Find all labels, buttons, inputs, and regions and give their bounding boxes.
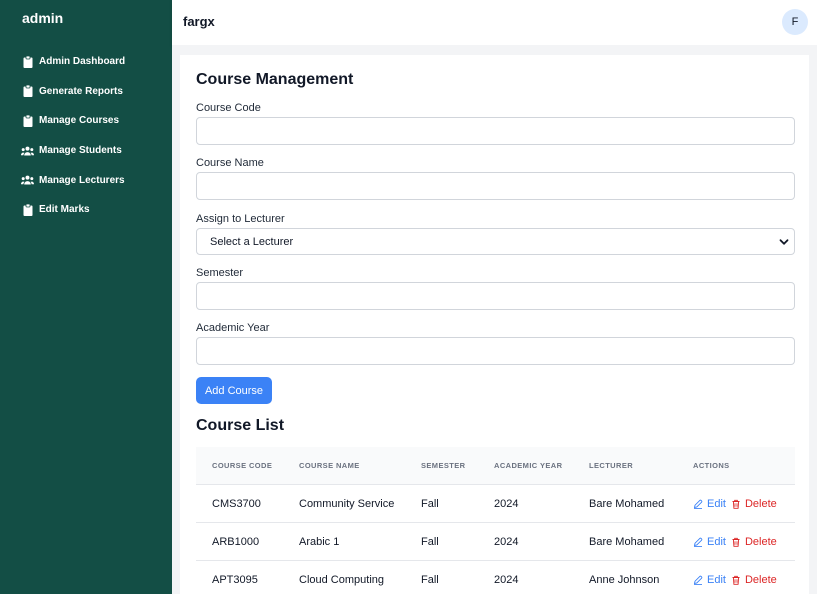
sidebar-item-manage-lecturers[interactable]: Manage Lecturers <box>0 165 172 195</box>
sidebar-item-label: Manage Lecturers <box>39 174 125 186</box>
pencil-icon <box>693 537 703 547</box>
delete-button[interactable]: Delete <box>731 536 777 548</box>
sidebar-nav: Admin Dashboard Generate Reports Manage … <box>0 47 172 225</box>
lecturer-select[interactable]: Select a Lecturer <box>196 228 795 255</box>
app-title: fargx <box>183 14 215 29</box>
course-name-label: Course Name <box>196 157 264 169</box>
clipboard-icon <box>21 114 34 127</box>
cell-academic-year: 2024 <box>494 498 519 510</box>
course-name-input[interactable] <box>196 172 795 200</box>
course-management-card: Course Management Course Code Course Nam… <box>180 55 809 594</box>
sidebar-item-label: Generate Reports <box>39 85 123 97</box>
semester-input[interactable] <box>196 282 795 310</box>
delete-label: Delete <box>744 498 777 510</box>
users-icon <box>21 174 34 187</box>
main-content: Course Management Course Code Course Nam… <box>172 45 817 594</box>
sidebar-item-label: Admin Dashboard <box>39 56 126 68</box>
column-header-academic-year: ACADEMIC YEAR <box>494 461 563 471</box>
cell-course-code: APT3095 <box>212 574 258 586</box>
course-code-input[interactable] <box>196 117 795 145</box>
cell-semester: Fall <box>421 536 439 548</box>
cell-course-name: Community Service <box>299 498 395 510</box>
pencil-icon <box>693 499 703 509</box>
cell-academic-year: 2024 <box>494 536 519 548</box>
sidebar-item-admin-dashboard[interactable]: Admin Dashboard <box>0 47 172 77</box>
sidebar-item-edit-marks[interactable]: Edit Marks <box>0 195 172 225</box>
lecturer-label: Assign to Lecturer <box>196 213 285 225</box>
edit-label: Edit <box>707 574 726 586</box>
sidebar-item-manage-courses[interactable]: Manage Courses <box>0 106 172 136</box>
delete-label: Delete <box>744 536 777 548</box>
clipboard-icon <box>21 55 34 68</box>
column-header-course-name: COURSE NAME <box>299 461 360 471</box>
sidebar-item-label: Manage Courses <box>39 115 120 127</box>
lecturer-select-value: Select a Lecturer <box>210 235 294 248</box>
clipboard-icon <box>21 203 34 216</box>
edit-button[interactable]: Edit <box>693 574 726 586</box>
cell-course-code: ARB1000 <box>212 536 260 548</box>
column-header-lecturer: LECTURER <box>589 461 634 471</box>
cell-course-name: Arabic 1 <box>299 536 340 548</box>
clipboard-icon <box>21 85 34 98</box>
sidebar-brand: admin <box>22 10 64 26</box>
sidebar-item-label: Manage Students <box>39 145 122 157</box>
user-avatar[interactable]: F <box>782 9 808 35</box>
table-row: APT3095 Cloud Computing Fall 2024 Anne J… <box>196 561 795 594</box>
cell-academic-year: 2024 <box>494 574 519 586</box>
cell-lecturer: Anne Johnson <box>589 574 660 586</box>
users-icon <box>21 144 34 157</box>
edit-label: Edit <box>707 536 726 548</box>
sidebar-item-label: Edit Marks <box>39 204 90 216</box>
cell-lecturer: Bare Mohamed <box>589 498 665 510</box>
edit-label: Edit <box>707 498 726 510</box>
column-header-actions: ACTIONS <box>693 461 730 471</box>
cell-course-name: Cloud Computing <box>299 574 384 586</box>
cell-semester: Fall <box>421 498 439 510</box>
trash-icon <box>732 575 740 585</box>
delete-button[interactable]: Delete <box>731 574 777 586</box>
table-header: COURSE CODE COURSE NAME SEMESTER ACADEMI… <box>196 447 795 485</box>
sidebar-item-generate-reports[interactable]: Generate Reports <box>0 77 172 107</box>
academic-year-label: Academic Year <box>196 322 270 334</box>
semester-label: Semester <box>196 267 244 279</box>
course-list-title: Course List <box>196 417 285 434</box>
edit-button[interactable]: Edit <box>693 498 726 510</box>
form-title: Course Management <box>196 71 354 88</box>
trash-icon <box>732 537 740 547</box>
pencil-icon <box>693 575 703 585</box>
sidebar: admin Admin Dashboard Generate Reports M… <box>0 0 172 594</box>
chevron-down-icon <box>779 239 789 245</box>
delete-label: Delete <box>744 574 777 586</box>
table-row: CMS3700 Community Service Fall 2024 Bare… <box>196 485 795 523</box>
delete-button[interactable]: Delete <box>731 498 777 510</box>
add-course-button[interactable]: Add Course <box>196 377 272 404</box>
top-bar: fargx F <box>172 0 817 45</box>
cell-course-code: CMS3700 <box>212 498 261 510</box>
cell-actions: Edit Delete <box>693 485 793 523</box>
cell-actions: Edit Delete <box>693 523 793 561</box>
sidebar-item-manage-students[interactable]: Manage Students <box>0 136 172 166</box>
course-code-label: Course Code <box>196 102 261 114</box>
edit-button[interactable]: Edit <box>693 536 726 548</box>
column-header-course-code: COURSE CODE <box>212 461 273 471</box>
academic-year-input[interactable] <box>196 337 795 365</box>
column-header-semester: SEMESTER <box>421 461 466 471</box>
course-table: COURSE CODE COURSE NAME SEMESTER ACADEMI… <box>196 447 795 594</box>
cell-actions: Edit Delete <box>693 561 793 594</box>
trash-icon <box>732 499 740 509</box>
cell-lecturer: Bare Mohamed <box>589 536 665 548</box>
table-row: ARB1000 Arabic 1 Fall 2024 Bare Mohamed … <box>196 523 795 561</box>
cell-semester: Fall <box>421 574 439 586</box>
